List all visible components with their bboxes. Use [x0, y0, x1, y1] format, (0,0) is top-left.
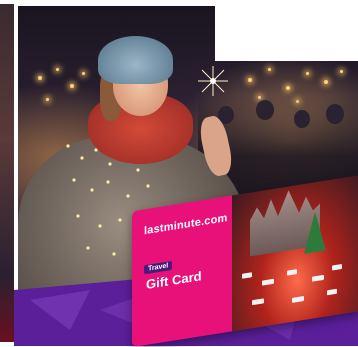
left-edge-image	[0, 4, 14, 342]
card-tag: Travel	[144, 260, 173, 275]
sparkler	[198, 66, 228, 96]
brand-logo-text: lastminute.com	[144, 212, 228, 238]
christmas-market-image	[232, 174, 358, 332]
knit-hat	[98, 36, 173, 84]
gift-card-pink-panel: lastminute.com Travel Gift Card	[132, 195, 232, 347]
white-corner-panel	[215, 6, 358, 61]
